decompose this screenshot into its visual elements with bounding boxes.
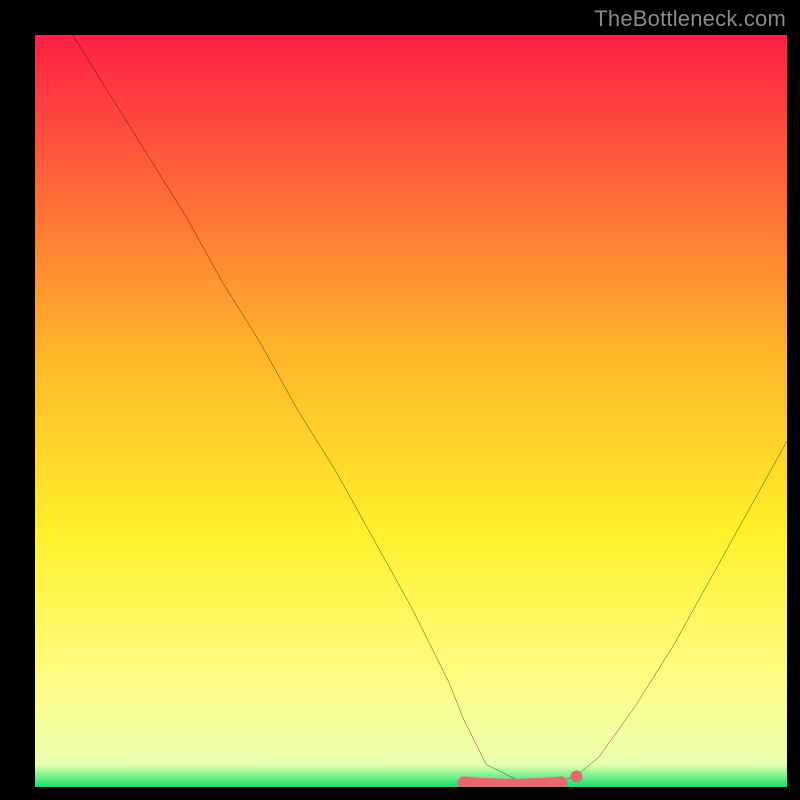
chart-frame: TheBottleneck.com: [0, 0, 800, 800]
watermark-text: TheBottleneck.com: [594, 6, 786, 32]
plot-area: [35, 35, 787, 787]
bottleneck-curve: [35, 35, 787, 787]
